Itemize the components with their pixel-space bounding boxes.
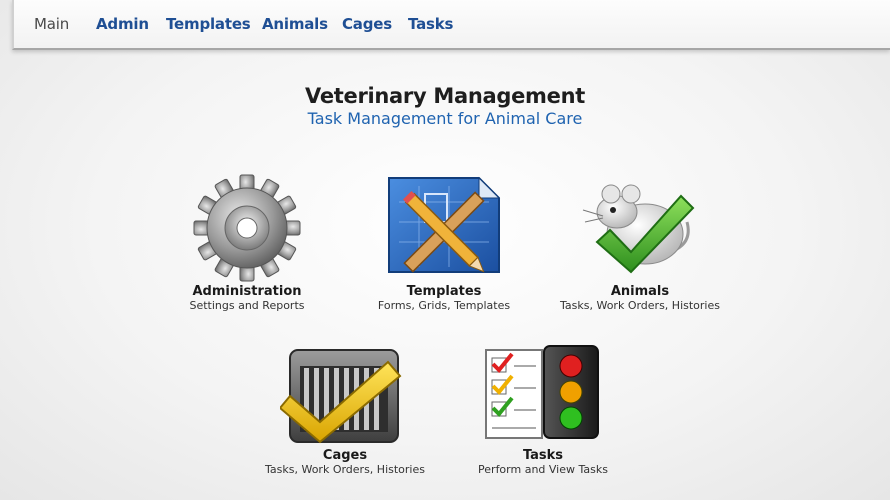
- page-title: Veterinary Management: [305, 84, 585, 108]
- checklist-traffic-light-icon: [485, 345, 599, 439]
- tile-cages[interactable]: Cages Tasks, Work Orders, Histories: [235, 344, 455, 476]
- tile-administration-desc: Settings and Reports: [189, 299, 305, 312]
- tile-animals-desc: Tasks, Work Orders, Histories: [560, 299, 720, 312]
- page-subtitle: Task Management for Animal Care: [307, 109, 583, 128]
- cage-checkmark-icon: [280, 349, 402, 444]
- tile-animals-label: Animals: [610, 284, 670, 299]
- nav-main[interactable]: Main: [34, 15, 69, 33]
- nav-admin[interactable]: Admin: [96, 15, 149, 33]
- tile-tasks-label: Tasks: [522, 448, 564, 463]
- gear-icon: [193, 174, 301, 282]
- top-nav-bar: Main Admin Templates Animals Cages Tasks: [12, 0, 890, 50]
- nav-tasks[interactable]: Tasks: [408, 15, 453, 33]
- tile-cages-desc: Tasks, Work Orders, Histories: [265, 463, 425, 476]
- tile-templates-label: Templates: [406, 284, 482, 299]
- nav-cages[interactable]: Cages: [342, 15, 392, 33]
- nav-templates[interactable]: Templates: [166, 15, 251, 33]
- tile-animals[interactable]: Animals Tasks, Work Orders, Histories: [530, 172, 750, 312]
- tile-tasks-desc: Perform and View Tasks: [478, 463, 608, 476]
- tile-templates-desc: Forms, Grids, Templates: [377, 299, 511, 312]
- mouse-checkmark-icon: [582, 184, 695, 274]
- tile-administration[interactable]: Administration Settings and Reports: [137, 172, 357, 312]
- tile-tasks[interactable]: Tasks Perform and View Tasks: [433, 344, 653, 476]
- blueprint-pencil-ruler-icon: [388, 176, 501, 273]
- tile-cages-label: Cages: [322, 448, 368, 463]
- nav-animals[interactable]: Animals: [262, 15, 328, 33]
- tile-administration-label: Administration: [192, 284, 302, 299]
- tile-templates[interactable]: Templates Forms, Grids, Templates: [334, 172, 554, 312]
